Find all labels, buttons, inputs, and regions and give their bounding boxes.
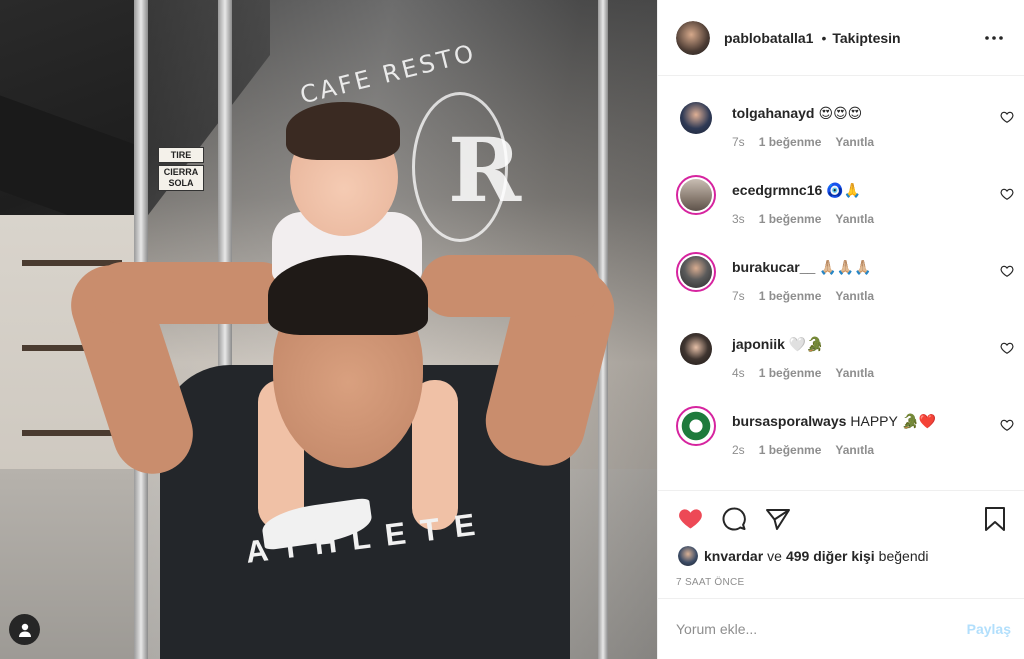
comment-item: japoniik 🤍🐊 4s 1 beğenme Yanıtla xyxy=(658,329,1024,406)
save-button[interactable] xyxy=(981,505,1009,533)
heart-outline-icon[interactable] xyxy=(1000,418,1014,432)
comment-item: tolgahanayd 😍😍😍 7s 1 beğenme Yanıtla xyxy=(658,98,1024,175)
post-modal: CAFE RESTO R TIRE CIERRA SOLA ATHLETE pa… xyxy=(0,0,1024,659)
photo-man-hair xyxy=(268,255,428,335)
post-comment-button[interactable]: Paylaş xyxy=(967,621,1011,637)
header-separator: • xyxy=(821,29,827,46)
comment-username[interactable]: burakucar__ xyxy=(732,259,815,275)
comment-reply-button[interactable]: Yanıtla xyxy=(835,135,874,149)
photo-door-tag-2-line2: SOLA xyxy=(168,178,194,188)
comment-text: 🙏🏼🙏🏼🙏🏼 xyxy=(819,259,872,275)
likes-connector: ve xyxy=(767,548,782,564)
comment-username[interactable]: tolgahanayd xyxy=(732,105,814,121)
comment-avatar[interactable] xyxy=(676,252,716,292)
likes-summary[interactable]: knvardar ve 499 diğer kişi beğendi xyxy=(658,546,1024,566)
photo-logo-letter: R xyxy=(448,118,522,222)
comment-time[interactable]: 7s xyxy=(732,135,745,149)
comment-item: ecedgrmnc16 🧿🙏 3s 1 beğenme Yanıtla xyxy=(658,175,1024,252)
more-horizontal-icon xyxy=(985,35,1003,40)
likes-others-count[interactable]: 499 diğer kişi xyxy=(786,548,875,564)
comment-reply-button[interactable]: Yanıtla xyxy=(835,289,874,303)
comment-username[interactable]: japoniik xyxy=(732,336,785,352)
post-timestamp[interactable]: 7 SAAT ÖNCE xyxy=(658,577,1024,591)
photo-shelf xyxy=(22,430,122,436)
comment-text: 🧿🙏 xyxy=(826,182,862,198)
photo-man-right-forearm xyxy=(420,255,600,317)
share-button[interactable] xyxy=(764,505,792,533)
comment-avatar[interactable] xyxy=(676,406,716,446)
post-sidebar: pablobatalla1 • Takiptesin tolgahanayd 😍… xyxy=(657,0,1024,659)
tagged-users-button[interactable] xyxy=(9,614,40,645)
comment-avatar[interactable] xyxy=(676,175,716,215)
comment-likes-count[interactable]: 1 beğenme xyxy=(759,135,822,149)
comment-item: burakucar__ 🙏🏼🙏🏼🙏🏼 7s 1 beğenme Yanıtla xyxy=(658,252,1024,329)
comment-text: 😍😍😍 xyxy=(818,105,863,121)
liker-avatar[interactable] xyxy=(678,546,698,566)
comment-avatar[interactable] xyxy=(676,329,716,369)
author-avatar[interactable] xyxy=(676,20,710,55)
heart-outline-icon[interactable] xyxy=(1000,187,1014,201)
comment-avatar[interactable] xyxy=(676,98,716,138)
post-header: pablobatalla1 • Takiptesin xyxy=(658,0,1024,76)
comment-text: 🤍🐊 xyxy=(788,336,824,352)
comment-time[interactable]: 3s xyxy=(732,212,745,226)
comment-time[interactable]: 7s xyxy=(732,289,745,303)
heart-filled-icon xyxy=(678,508,702,528)
comment-likes-count[interactable]: 1 beğenme xyxy=(759,443,822,457)
photo-door-tag-2-line1: CIERRA xyxy=(163,167,199,177)
comment-reply-button[interactable]: Yanıtla xyxy=(835,443,874,457)
comment-likes-count[interactable]: 1 beğenme xyxy=(759,289,822,303)
like-button[interactable] xyxy=(676,505,704,533)
paper-plane-icon xyxy=(766,509,790,530)
comment-time[interactable]: 2s xyxy=(732,443,745,457)
liker-username[interactable]: knvardar xyxy=(704,548,763,564)
comment-text: HAPPY 🐊❤️ xyxy=(850,413,937,429)
comments-list[interactable]: tolgahanayd 😍😍😍 7s 1 beğenme Yanıtla ece… xyxy=(658,76,1024,490)
post-photo[interactable]: CAFE RESTO R TIRE CIERRA SOLA ATHLETE xyxy=(0,0,657,659)
add-comment-form: Paylaş xyxy=(658,598,1024,659)
comment-likes-count[interactable]: 1 beğenme xyxy=(759,212,822,226)
bookmark-icon xyxy=(985,507,1005,531)
comment-likes-count[interactable]: 1 beğenme xyxy=(759,366,822,380)
likes-suffix: beğendi xyxy=(878,548,929,564)
user-icon xyxy=(18,623,31,637)
comment-bubble-icon xyxy=(722,507,746,531)
comment-reply-button[interactable]: Yanıtla xyxy=(835,366,874,380)
following-status-button[interactable]: Takiptesin xyxy=(832,30,900,46)
post-actions: knvardar ve 499 diğer kişi beğendi 7 SAA… xyxy=(658,490,1024,591)
photo-door-tag-2: CIERRA SOLA xyxy=(158,165,204,191)
comment-username[interactable]: bursasporalways xyxy=(732,413,846,429)
heart-outline-icon[interactable] xyxy=(1000,110,1014,124)
photo-man-left-forearm xyxy=(92,262,292,324)
photo-baby-hair xyxy=(286,102,400,160)
comment-reply-button[interactable]: Yanıtla xyxy=(835,212,874,226)
heart-outline-icon[interactable] xyxy=(1000,341,1014,355)
comment-time[interactable]: 4s xyxy=(732,366,745,380)
comment-input[interactable] xyxy=(676,621,967,637)
author-username[interactable]: pablobatalla1 xyxy=(724,30,813,46)
comment-item: bursasporalways HAPPY 🐊❤️ 2s 1 beğenme Ya… xyxy=(658,406,1024,483)
more-options-button[interactable] xyxy=(980,24,1008,52)
photo-door-tag-1: TIRE xyxy=(158,147,204,163)
photo-door-tag-1-text: TIRE xyxy=(170,150,192,160)
heart-outline-icon[interactable] xyxy=(1000,264,1014,278)
comment-username[interactable]: ecedgrmnc16 xyxy=(732,182,822,198)
comment-button[interactable] xyxy=(720,505,748,533)
